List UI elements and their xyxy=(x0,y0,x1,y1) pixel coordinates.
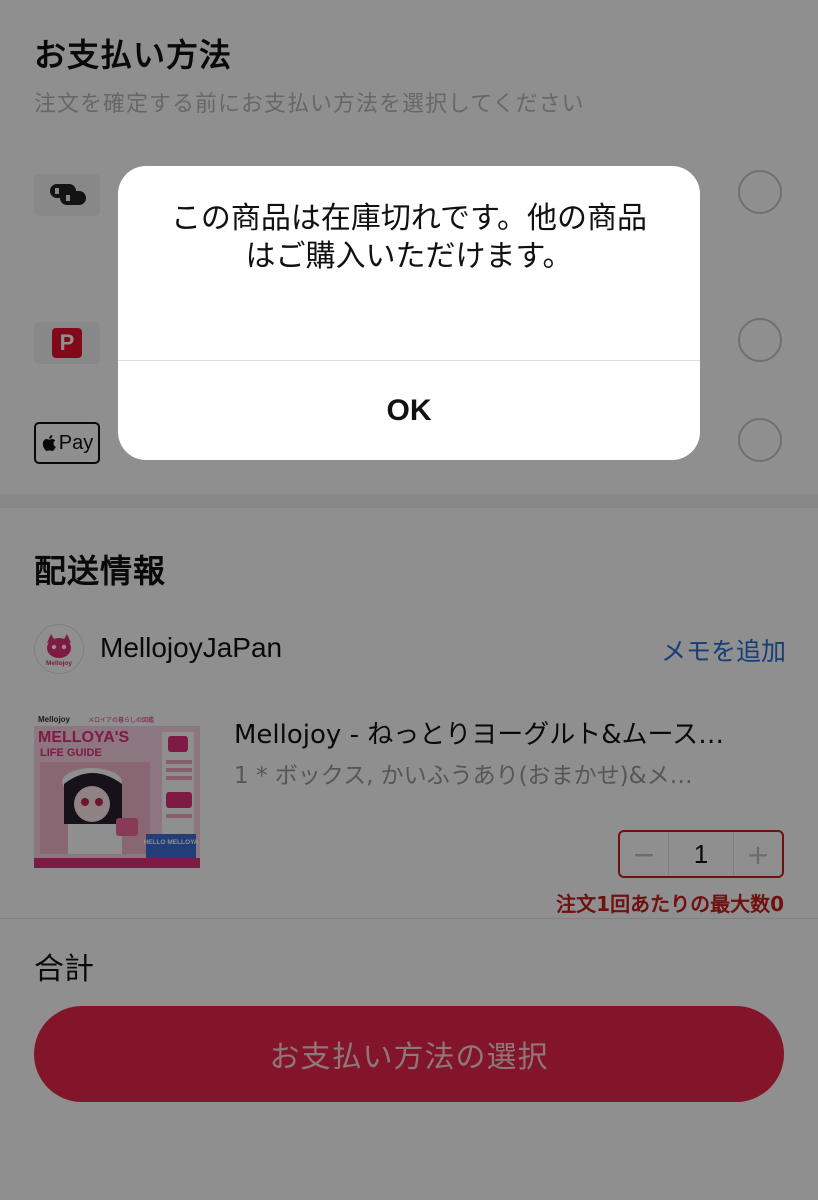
out-of-stock-alert: この商品は在庫切れです。他の商品はご購入いただけます。 OK xyxy=(118,166,700,460)
alert-ok-button[interactable]: OK xyxy=(118,361,700,460)
alert-message: この商品は在庫切れです。他の商品はご購入いただけます。 xyxy=(170,201,648,274)
